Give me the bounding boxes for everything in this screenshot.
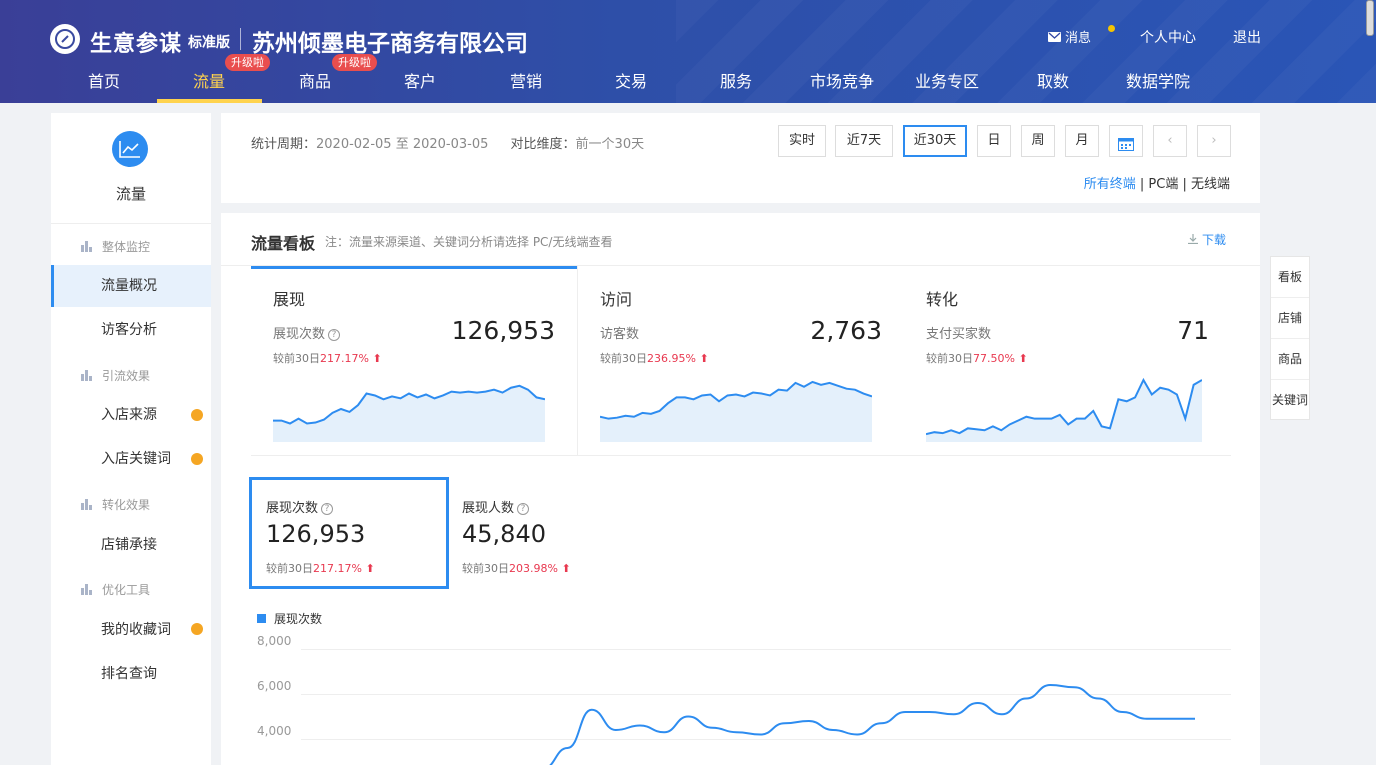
chevron-left-icon[interactable]: ‹ bbox=[1153, 125, 1187, 157]
nav-products[interactable]: 商品 bbox=[299, 68, 331, 92]
new-dot bbox=[191, 453, 203, 465]
building-icon bbox=[81, 241, 93, 252]
nav-service[interactable]: 服务 bbox=[720, 68, 752, 92]
new-dot bbox=[191, 409, 203, 421]
compare-value: 前一个30天 bbox=[575, 137, 645, 152]
nav-data-fetch[interactable]: 取数 bbox=[1037, 68, 1069, 92]
building-icon bbox=[81, 584, 93, 595]
sidebar-group-tools: 优化工具 bbox=[81, 581, 150, 598]
series-line bbox=[548, 683, 1195, 765]
nav-home[interactable]: 首页 bbox=[88, 68, 120, 92]
messages-label: 消息 bbox=[1065, 31, 1092, 46]
nav-traffic[interactable]: 流量 bbox=[193, 68, 225, 92]
nav-marketing[interactable]: 营销 bbox=[510, 68, 542, 92]
day-button[interactable]: 日 bbox=[977, 125, 1011, 157]
new-dot bbox=[191, 623, 203, 635]
company-name: 苏州倾墨电子商务有限公司 bbox=[252, 31, 528, 57]
logout-link[interactable]: 退出 bbox=[1233, 27, 1261, 47]
compare-label: 对比维度： bbox=[510, 137, 576, 152]
compass-icon[interactable] bbox=[50, 24, 80, 54]
period-label: 统计周期： bbox=[251, 137, 317, 152]
quick-tab-board[interactable]: 看板 bbox=[1271, 257, 1309, 298]
profile-link[interactable]: 个人中心 bbox=[1140, 27, 1196, 47]
upgrade-badge: 升级啦 bbox=[225, 54, 270, 71]
terminal-switch: 所有终端 | PC端 | 无线端 bbox=[1083, 177, 1230, 192]
sidebar-item-favorite-words[interactable]: 我的收藏词 bbox=[51, 609, 211, 651]
quick-tab-keywords[interactable]: 关键词 bbox=[1271, 380, 1309, 421]
last-7-days-button[interactable]: 近7天 bbox=[835, 125, 893, 157]
brand-name[interactable]: 生意参谋 bbox=[90, 26, 182, 58]
nav-market-competition[interactable]: 市场竞争 bbox=[810, 68, 874, 92]
chevron-right-icon[interactable]: › bbox=[1197, 125, 1231, 157]
messages-link[interactable]: 消息 bbox=[1048, 27, 1091, 46]
terminal-all[interactable]: 所有终端 bbox=[1084, 177, 1136, 192]
last-30-days-button[interactable]: 近30天 bbox=[903, 125, 967, 157]
sidebar-group-monitor: 整体监控 bbox=[81, 238, 150, 255]
week-button[interactable]: 周 bbox=[1021, 125, 1055, 157]
sidebar-item-store-landing[interactable]: 店铺承接 bbox=[51, 524, 211, 566]
sidebar-group-label: 优化工具 bbox=[102, 583, 151, 597]
calendar-icon[interactable] bbox=[1109, 125, 1143, 157]
traffic-board: 流量看板 注：流量来源渠道、关键词分析请选择 PC/无线端查看 下载 展现 展现… bbox=[221, 213, 1260, 765]
nav-business-zone[interactable]: 业务专区 bbox=[915, 68, 979, 92]
sidebar-item-rank-query[interactable]: 排名查询 bbox=[51, 653, 211, 695]
upgrade-badge: 升级啦 bbox=[332, 54, 377, 71]
building-icon bbox=[81, 499, 93, 510]
header-pattern bbox=[676, 0, 1376, 103]
filter-panel: 统计周期：2020-02-05 至 2020-03-05 对比维度：前一个30天… bbox=[221, 113, 1260, 203]
nav-active-underline bbox=[157, 99, 262, 103]
header-separator bbox=[240, 28, 241, 50]
period-info: 统计周期：2020-02-05 至 2020-03-05 对比维度：前一个30天 bbox=[251, 133, 644, 152]
mail-icon bbox=[1048, 31, 1061, 42]
nav-data-academy[interactable]: 数据学院 bbox=[1126, 68, 1190, 92]
sidebar: 流量 整体监控 流量概况 访客分析 引流效果 入店来源 入店关键词 转化效果 店… bbox=[51, 113, 211, 765]
sidebar-group-label: 转化效果 bbox=[102, 498, 151, 512]
nav-customers[interactable]: 客户 bbox=[404, 68, 436, 92]
sidebar-group-conversion: 转化效果 bbox=[81, 496, 150, 513]
right-quick-tabs: 看板 店铺 商品 关键词 bbox=[1270, 256, 1310, 420]
scrollbar-thumb[interactable] bbox=[1366, 0, 1374, 36]
sidebar-divider bbox=[51, 223, 211, 224]
notification-dot bbox=[1108, 25, 1115, 32]
sidebar-title: 流量 bbox=[115, 185, 146, 203]
month-button[interactable]: 月 bbox=[1065, 125, 1099, 157]
nav-transactions[interactable]: 交易 bbox=[615, 68, 647, 92]
sidebar-item-store-keywords[interactable]: 入店关键词 bbox=[51, 438, 211, 480]
quick-tab-store[interactable]: 店铺 bbox=[1271, 298, 1309, 339]
period-value: 2020-02-05 至 2020-03-05 bbox=[316, 137, 489, 152]
sidebar-item-store-source[interactable]: 入店来源 bbox=[51, 394, 211, 436]
sidebar-group-label: 整体监控 bbox=[102, 240, 151, 254]
top-header: 生意参谋 标准版 苏州倾墨电子商务有限公司 消息 个人中心 退出 首页 流量 升… bbox=[0, 0, 1376, 103]
realtime-button[interactable]: 实时 bbox=[778, 125, 826, 157]
sidebar-item-traffic-overview[interactable]: 流量概况 bbox=[51, 265, 211, 307]
sidebar-group-label: 引流效果 bbox=[102, 369, 151, 383]
terminal-mobile[interactable]: 无线端 bbox=[1191, 177, 1230, 192]
sidebar-group-acquisition: 引流效果 bbox=[81, 367, 150, 384]
terminal-pc[interactable]: PC端 bbox=[1148, 177, 1178, 192]
sidebar-item-visitor-analysis[interactable]: 访客分析 bbox=[51, 309, 211, 351]
edition-label: 标准版 bbox=[188, 35, 230, 51]
quick-tab-products[interactable]: 商品 bbox=[1271, 339, 1309, 380]
impressions-line-chart bbox=[548, 683, 1195, 765]
building-icon bbox=[81, 370, 93, 381]
traffic-chart-icon bbox=[112, 131, 148, 167]
